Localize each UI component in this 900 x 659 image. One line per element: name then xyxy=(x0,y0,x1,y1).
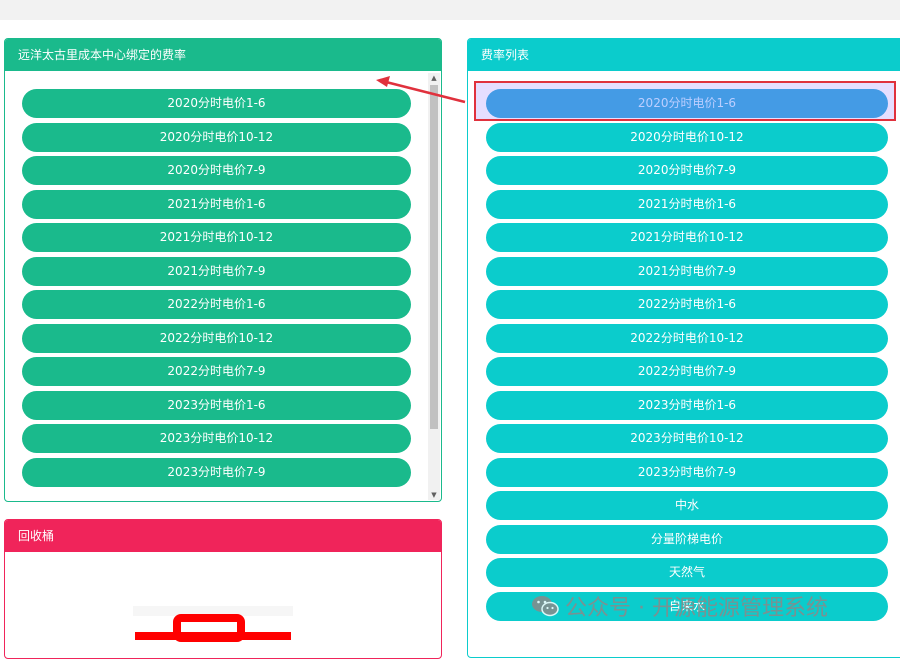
rate-list: 2020分时电价1-6 2020分时电价10-12 2020分时电价7-9 2021分… xyxy=(486,89,888,657)
watermark-text: 公众号 · 开源能源管理系统 xyxy=(565,596,828,621)
rate-item[interactable]: 2022分时电价1-6 xyxy=(486,290,888,319)
top-bar xyxy=(0,0,900,20)
scroll-down-arrow-icon[interactable]: ▼ xyxy=(428,490,440,500)
wechat-icon xyxy=(532,596,559,617)
bound-rate-item[interactable]: 2021分时电价10-12 xyxy=(22,223,411,252)
bound-rate-item[interactable]: 2023分时电价10-12 xyxy=(22,424,411,453)
bound-rate-item[interactable]: 2020分时电价10-12 xyxy=(22,122,411,152)
bound-rate-item[interactable]: 2023分时电价7-9 xyxy=(22,457,411,487)
rate-item[interactable]: 2023分时电价7-9 xyxy=(486,457,888,487)
rate-item[interactable]: 2022分时电价7-9 xyxy=(486,357,888,386)
rate-item[interactable]: 2023分时电价1-6 xyxy=(486,390,888,420)
bound-rate-item[interactable]: 2020分时电价1-6 xyxy=(22,89,411,118)
drag-arrow-icon xyxy=(376,76,466,104)
bound-rates-scrollbar[interactable]: ▲ ▼ xyxy=(428,73,440,500)
rate-item[interactable]: 2020分时电价7-9 xyxy=(486,156,888,185)
bound-rate-item[interactable]: 2023分时电价1-6 xyxy=(22,390,411,420)
rate-item[interactable]: 天然气 xyxy=(486,558,888,587)
recycle-bin-title: 回收桶 xyxy=(5,520,441,552)
bound-rate-item[interactable]: 2021分时电价7-9 xyxy=(22,256,411,286)
rate-item[interactable]: 2021分时电价7-9 xyxy=(486,256,888,286)
bound-rate-item[interactable]: 2022分时电价7-9 xyxy=(22,357,411,386)
bound-rate-item[interactable]: 2022分时电价10-12 xyxy=(22,323,411,353)
rate-item[interactable]: 2020分时电价10-12 xyxy=(486,122,888,152)
rate-item[interactable]: 2022分时电价10-12 xyxy=(486,323,888,353)
bound-rate-item[interactable]: 2021分时电价1-6 xyxy=(22,189,411,219)
watermark: 公众号 · 开源能源管理系统 xyxy=(531,591,828,621)
rate-item[interactable]: 分量阶梯电价 xyxy=(486,524,888,554)
rate-item[interactable]: 2023分时电价10-12 xyxy=(486,424,888,453)
selection-highlight-box xyxy=(474,81,896,121)
rate-item[interactable]: 2021分时电价10-12 xyxy=(486,223,888,252)
rate-list-title: 费率列表 xyxy=(468,39,900,71)
trash-icon[interactable] xyxy=(133,606,293,642)
rate-item[interactable]: 中水 xyxy=(486,491,888,520)
bound-rates-title: 远洋太古里成本中心绑定的费率 xyxy=(5,39,441,71)
bound-rate-item[interactable]: 2020分时电价7-9 xyxy=(22,156,411,185)
bound-rate-item[interactable]: 2022分时电价1-6 xyxy=(22,290,411,319)
scrollbar-thumb[interactable] xyxy=(430,85,438,429)
rate-item[interactable]: 2021分时电价1-6 xyxy=(486,189,888,219)
rate-list-panel: 费率列表 2020分时电价1-6 2020分时电价10-12 2020分时电价7-9… xyxy=(467,38,900,658)
bound-rates-list: 2020分时电价1-6 2020分时电价10-12 2020分时电价7-9 2021分… xyxy=(22,89,411,499)
